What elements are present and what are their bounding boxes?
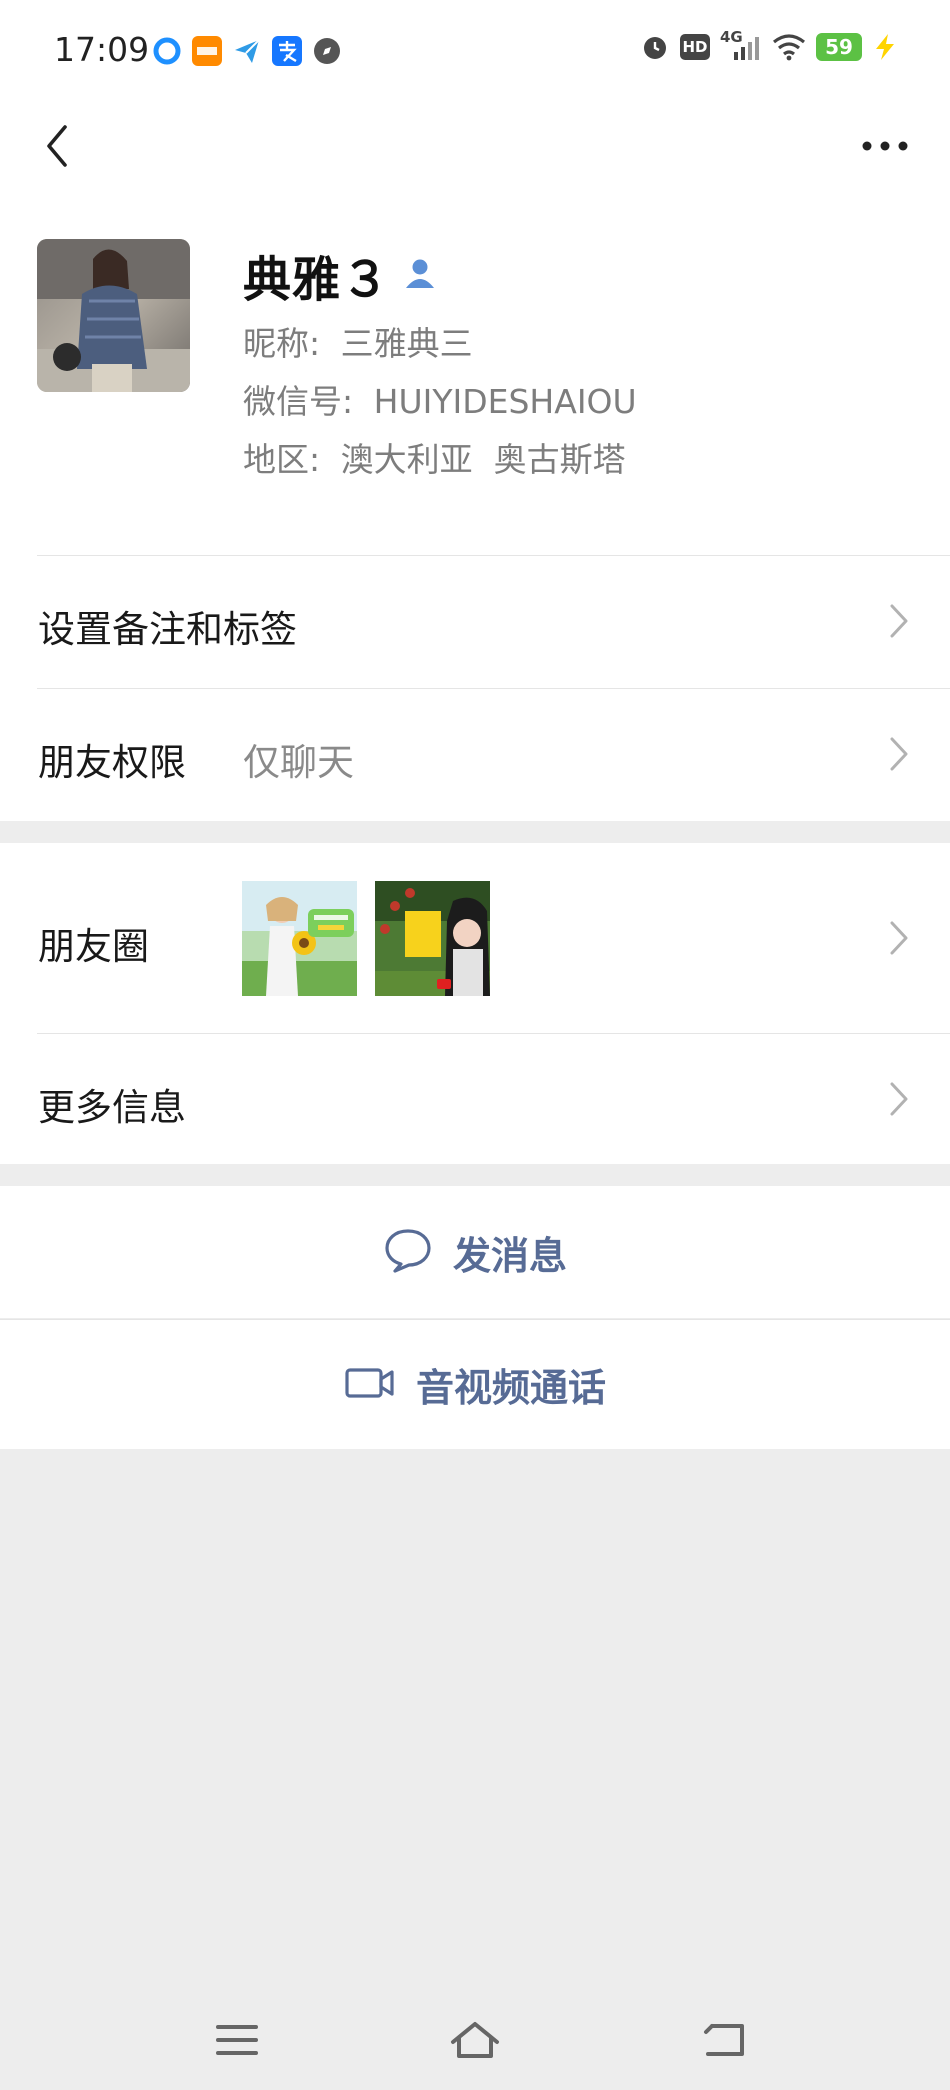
- remarks-tags-row[interactable]: 设置备注和标签: [0, 555, 950, 688]
- chevron-right-icon: [886, 1079, 912, 1119]
- chevron-right-icon: [886, 734, 912, 774]
- moments-row[interactable]: 朋友圈: [0, 843, 950, 1033]
- qq-browser-icon: [152, 36, 182, 66]
- home-button[interactable]: [435, 2000, 515, 2080]
- region-label: 地区:: [243, 440, 321, 479]
- profile-name-row: 典雅３: [243, 240, 438, 310]
- status-bar: 17:09 HD 4G 59: [0, 0, 950, 100]
- more-options-button[interactable]: [850, 116, 920, 176]
- more-dots-icon: [862, 141, 908, 151]
- alarm-icon: [640, 32, 670, 62]
- chevron-left-icon: [47, 125, 67, 167]
- send-message-button[interactable]: 发消息: [0, 1186, 950, 1318]
- menu-lines-icon: [216, 2025, 258, 2055]
- menu-button[interactable]: [197, 2000, 277, 2080]
- back-nav-button[interactable]: [685, 2000, 765, 2080]
- friend-permissions-label: 朋友权限: [38, 741, 186, 784]
- divider: [37, 688, 950, 689]
- message-send-icon: [232, 36, 262, 66]
- wechat-id-line: 微信号: HUIYIDESHAIOU: [243, 375, 637, 423]
- back-button[interactable]: [28, 116, 88, 176]
- top-nav-bar: [0, 100, 950, 190]
- wechat-id-value: HUIYIDESHAIOU: [373, 382, 637, 421]
- compass-icon: [312, 36, 342, 66]
- charging-icon: [872, 32, 898, 62]
- nickname-label: 昵称:: [243, 324, 321, 363]
- divider: [37, 1033, 950, 1034]
- avatar[interactable]: [37, 239, 190, 392]
- moments-photo-2[interactable]: [375, 881, 490, 996]
- battery-indicator: 59: [816, 33, 862, 61]
- return-icon: [704, 2024, 744, 2056]
- wifi-icon: [772, 33, 806, 61]
- region-value: 澳大利亚 奥古斯塔: [340, 440, 626, 479]
- home-icon: [451, 2022, 499, 2058]
- video-call-button[interactable]: 音视频通话: [0, 1319, 950, 1449]
- nickname-value: 三雅典三: [340, 324, 473, 363]
- contact-person-icon: [402, 255, 438, 295]
- video-camera-icon: [344, 1365, 396, 1405]
- status-time: 17:09: [54, 30, 150, 69]
- chevron-right-icon: [886, 918, 912, 958]
- status-indicators: HD 4G 59: [640, 28, 898, 62]
- cellular-signal-icon: 4G: [720, 28, 762, 62]
- wechat-id-label: 微信号:: [243, 382, 354, 421]
- hd-icon: HD: [680, 34, 710, 60]
- region-line: 地区: 澳大利亚 奥古斯塔: [243, 433, 626, 481]
- more-info-row[interactable]: 更多信息: [0, 1033, 950, 1164]
- friend-permissions-row[interactable]: 朋友权限 仅聊天: [0, 688, 950, 821]
- chevron-right-icon: [886, 601, 912, 641]
- display-name: 典雅３: [243, 252, 391, 308]
- notification-icons: [152, 36, 342, 66]
- video-call-label: 音视频通话: [415, 1366, 606, 1410]
- alipay-icon: [272, 36, 302, 66]
- send-message-label: 发消息: [452, 1233, 567, 1278]
- taobao-icon: [192, 36, 222, 66]
- moments-label: 朋友圈: [38, 925, 149, 968]
- chat-bubble-icon: [383, 1227, 433, 1277]
- more-info-label: 更多信息: [38, 1086, 186, 1129]
- profile-header: 典雅３ 昵称: 三雅典三 微信号: HUIYIDESHAIOU 地区: 澳大利亚…: [0, 190, 950, 555]
- friend-permissions-value: 仅聊天: [243, 741, 354, 784]
- remarks-tags-label: 设置备注和标签: [38, 608, 297, 651]
- moments-photo-1[interactable]: [242, 881, 357, 996]
- system-nav-bar: [0, 1990, 950, 2090]
- divider: [37, 555, 950, 556]
- battery-level: 59: [825, 35, 853, 59]
- nickname-line: 昵称: 三雅典三: [243, 317, 473, 365]
